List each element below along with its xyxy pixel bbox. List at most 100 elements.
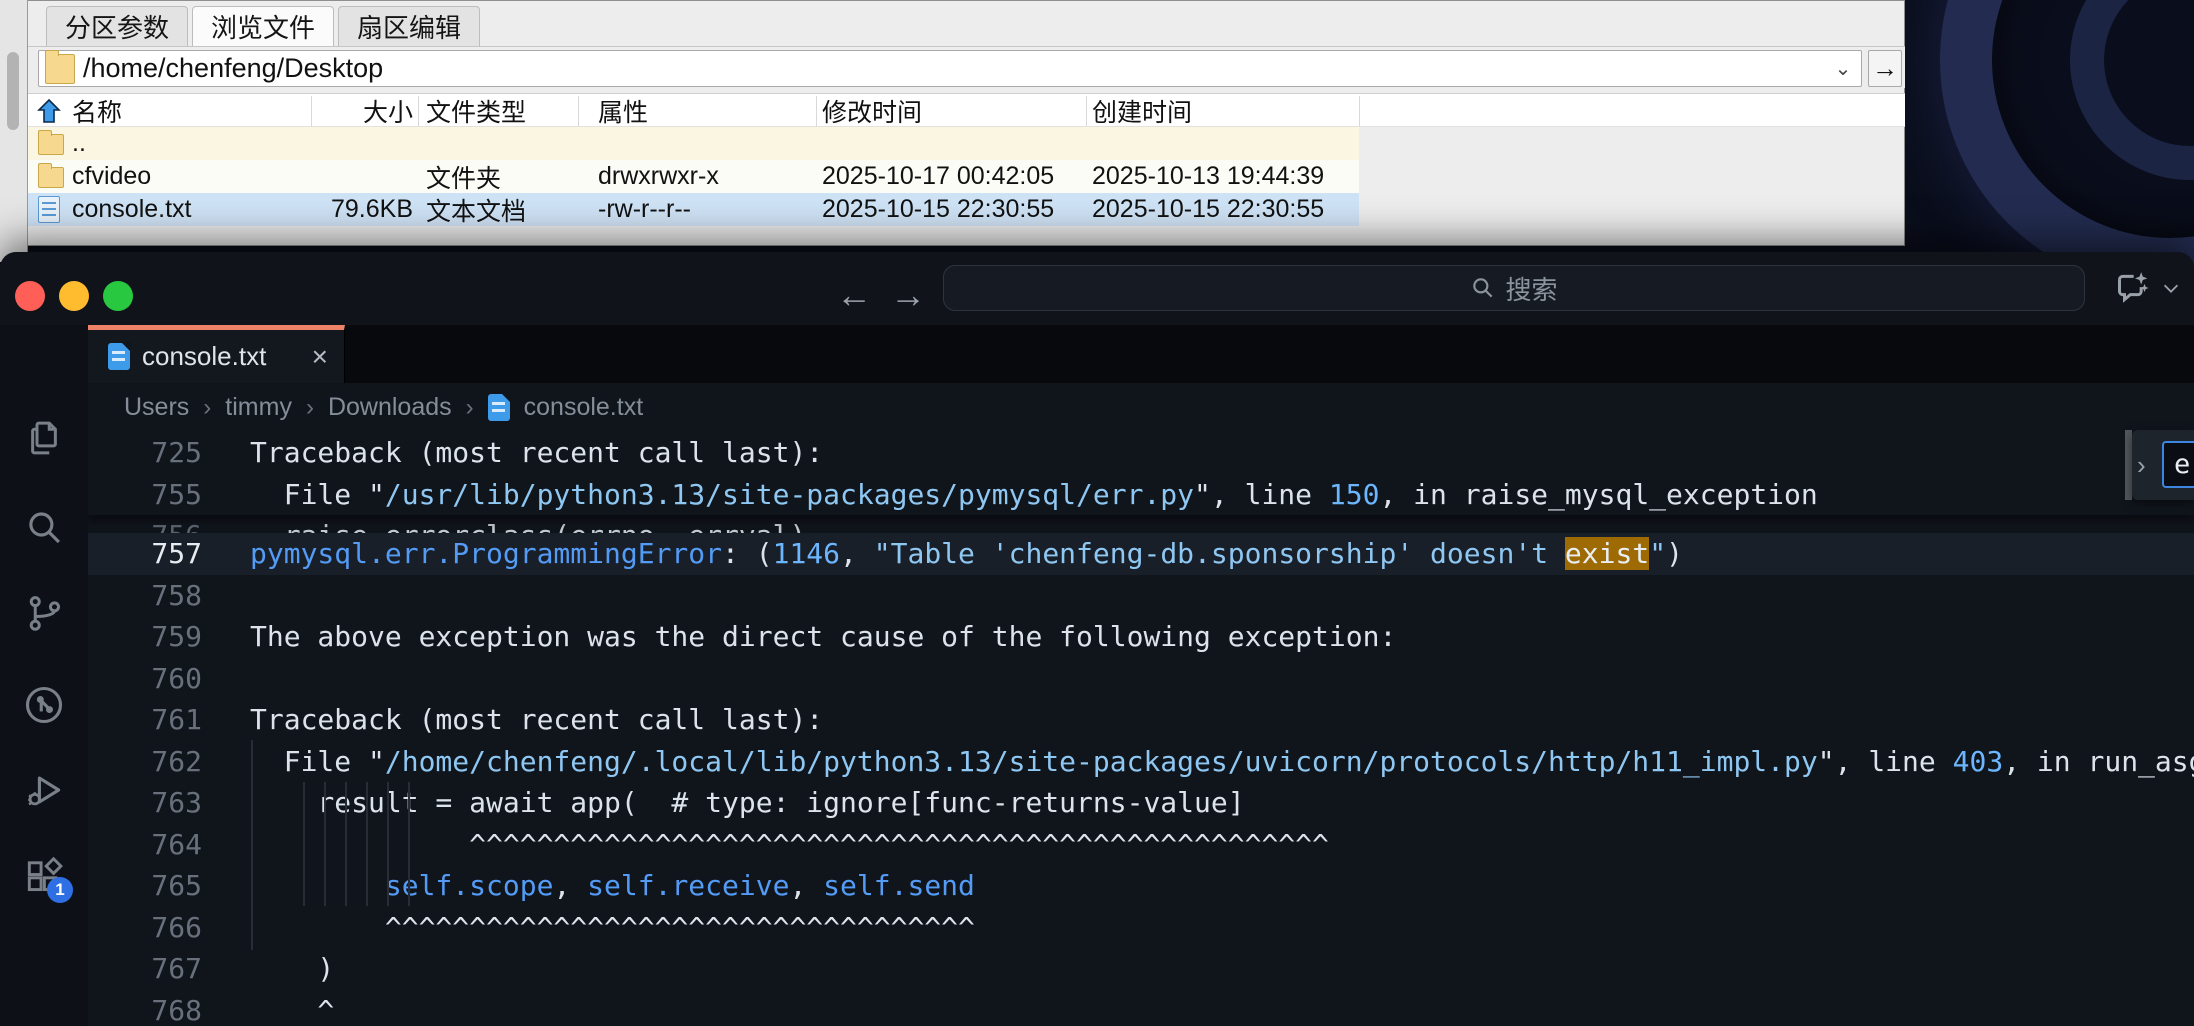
column-separator xyxy=(418,96,419,126)
fm-column-header[interactable]: 修改时间 xyxy=(822,94,922,128)
sidebar-item-explorer[interactable] xyxy=(21,415,67,461)
files-icon xyxy=(23,417,65,459)
code-text: ^^^^^^^^^^^^^^^^^^^^^^^^^^^^^^^^^^^ xyxy=(250,907,975,949)
breadcrumb-separator-icon: › xyxy=(203,394,211,422)
find-expand-chevron-icon[interactable]: › xyxy=(2137,450,2146,481)
file-created: 2025-10-13 19:44:39 xyxy=(1092,160,1324,193)
code-text: File "/home/chenfeng/.local/lib/python3.… xyxy=(250,741,2194,783)
fm-column-header[interactable]: 名称 xyxy=(72,94,122,128)
fm-table-header: 名称 大小文件类型 属性 修改时间 创建时间 xyxy=(28,93,1905,127)
file-name: .. xyxy=(72,127,86,160)
code-editor[interactable]: 725Traceback (most recent call last):755… xyxy=(88,432,2194,1026)
column-separator xyxy=(311,96,312,126)
column-separator xyxy=(816,96,817,126)
fm-tab-sector-edit[interactable]: 扇区编辑 xyxy=(338,6,480,46)
close-window-button[interactable] xyxy=(15,281,45,311)
file-name: console.txt xyxy=(72,193,192,226)
line-number: 758 xyxy=(88,575,202,617)
file-attrs: -rw-r--r-- xyxy=(598,193,691,226)
fm-column-header[interactable]: 文件类型 xyxy=(426,94,526,128)
line-number: 767 xyxy=(88,948,202,990)
copilot-chat-button[interactable] xyxy=(2112,268,2182,308)
code-text: pymysql.err.ProgrammingError: (1146, "Ta… xyxy=(250,533,1683,575)
code-text: ) xyxy=(250,948,334,990)
fm-row[interactable]: .. xyxy=(28,127,1359,160)
find-widget: › e xyxy=(2125,430,2194,500)
code-text: File "/usr/lib/python3.13/site-packages/… xyxy=(250,474,1818,516)
search-icon xyxy=(23,507,65,549)
copilot-chat-icon xyxy=(2112,268,2152,308)
commit-graph-icon xyxy=(22,683,66,727)
partially-visible-line: 756 raise errorclass(errno, errval) xyxy=(88,515,2194,533)
file-name: cfvideo xyxy=(72,160,151,193)
file-manager-tabbar: 分区参数 浏览文件 扇区编辑 xyxy=(46,6,480,46)
code-line-765: 765 self.scope, self.receive, self.send xyxy=(88,865,2194,907)
file-modified: 2025-10-15 22:30:55 xyxy=(822,193,1054,226)
line-number: 761 xyxy=(88,699,202,741)
close-tab-icon[interactable]: × xyxy=(312,341,328,373)
sidebar-item-extensions[interactable]: 1 xyxy=(21,853,67,899)
line-number: 768 xyxy=(88,990,202,1026)
text-file-icon xyxy=(488,394,510,421)
column-separator xyxy=(578,96,579,126)
indent-guide xyxy=(345,782,347,906)
search-placeholder: 搜索 xyxy=(1505,270,1557,307)
indent-guide xyxy=(251,740,253,950)
code-line-761: 761 Traceback (most recent call last): xyxy=(88,699,2194,741)
fm-column-header[interactable]: 属性 xyxy=(598,94,648,128)
file-size xyxy=(311,160,413,193)
history-forward-button[interactable]: → xyxy=(886,274,930,316)
line-number: 755 xyxy=(88,474,202,516)
find-widget-sash[interactable] xyxy=(2125,430,2132,500)
sort-ascending-icon[interactable] xyxy=(36,98,62,124)
minimize-window-button[interactable] xyxy=(59,281,89,311)
maximize-window-button[interactable] xyxy=(103,281,133,311)
background-scrollbar-thumb[interactable] xyxy=(7,52,19,130)
file-attrs: drwxrwxr-x xyxy=(598,160,719,193)
folder-icon xyxy=(45,54,75,84)
fm-path-input[interactable]: /home/chenfeng/Desktop ⌄ xyxy=(38,50,1862,87)
chevron-down-icon[interactable]: ⌄ xyxy=(1825,56,1861,81)
sidebar-item-run-debug[interactable] xyxy=(21,767,67,813)
line-number: 759 xyxy=(88,616,202,658)
code-text: Traceback (most recent call last): xyxy=(250,699,823,741)
code-line-756: 756 raise errorclass(errno, errval) xyxy=(88,515,2194,533)
code-line-764: 764 ^^^^^^^^^^^^^^^^^^^^^^^^^^^^^^^^^^^^… xyxy=(88,824,2194,866)
code-text: ^^^^^^^^^^^^^^^^^^^^^^^^^^^^^^^^^^^^^^^^… xyxy=(250,824,1329,866)
line-number: 756 xyxy=(88,515,202,533)
sidebar-item-search[interactable] xyxy=(21,505,67,551)
sidebar-item-source-control[interactable] xyxy=(21,590,67,636)
text-file-icon xyxy=(38,196,60,223)
breadcrumb-item-file[interactable]: console.txt xyxy=(524,393,644,422)
fm-go-button[interactable]: → xyxy=(1868,50,1902,87)
breadcrumb-separator-icon: › xyxy=(306,394,314,422)
fm-tab-partition-params[interactable]: 分区参数 xyxy=(46,6,188,46)
code-text: self.scope, self.receive, self.send xyxy=(250,865,975,907)
breadcrumb-separator-icon: › xyxy=(466,394,474,422)
breadcrumb-item[interactable]: Users xyxy=(124,393,189,422)
column-separator xyxy=(1359,96,1360,126)
file-type: 文本文档 xyxy=(426,193,526,226)
fm-tab-browse-files[interactable]: 浏览文件 xyxy=(192,6,334,46)
sidebar-item-gitlens[interactable] xyxy=(21,682,67,728)
extensions-badge: 1 xyxy=(47,877,73,903)
fm-row[interactable]: cfvideo文件夹drwxrwxr-x2025-10-17 00:42:052… xyxy=(28,160,1359,193)
activity-bar: 1 xyxy=(0,325,88,1026)
command-center-search[interactable]: 搜索 xyxy=(943,265,2085,311)
fm-path-row: /home/chenfeng/Desktop ⌄ → xyxy=(28,46,1905,88)
fm-column-header[interactable]: 创建时间 xyxy=(1092,94,1192,128)
tab-console-txt[interactable]: console.txt × xyxy=(88,325,345,383)
indent-guide xyxy=(366,782,368,906)
breadcrumb-item[interactable]: Downloads xyxy=(328,393,452,422)
history-back-button[interactable]: ← xyxy=(832,274,876,316)
fm-column-header[interactable]: 大小 xyxy=(311,94,413,128)
fm-row-selected[interactable]: console.txt79.6KB文本文档-rw-r--r--2025-10-1… xyxy=(28,193,1359,226)
text-file-icon xyxy=(108,343,130,370)
code-line-755: 755 File "/usr/lib/python3.13/site-packa… xyxy=(88,474,2194,516)
find-input[interactable]: e xyxy=(2162,441,2194,488)
line-number: 757 xyxy=(88,533,202,575)
git-branch-icon xyxy=(23,592,65,634)
breadcrumb-item[interactable]: timmy xyxy=(225,393,292,422)
chevron-down-icon xyxy=(2160,277,2182,299)
tab-title: console.txt xyxy=(142,341,300,372)
